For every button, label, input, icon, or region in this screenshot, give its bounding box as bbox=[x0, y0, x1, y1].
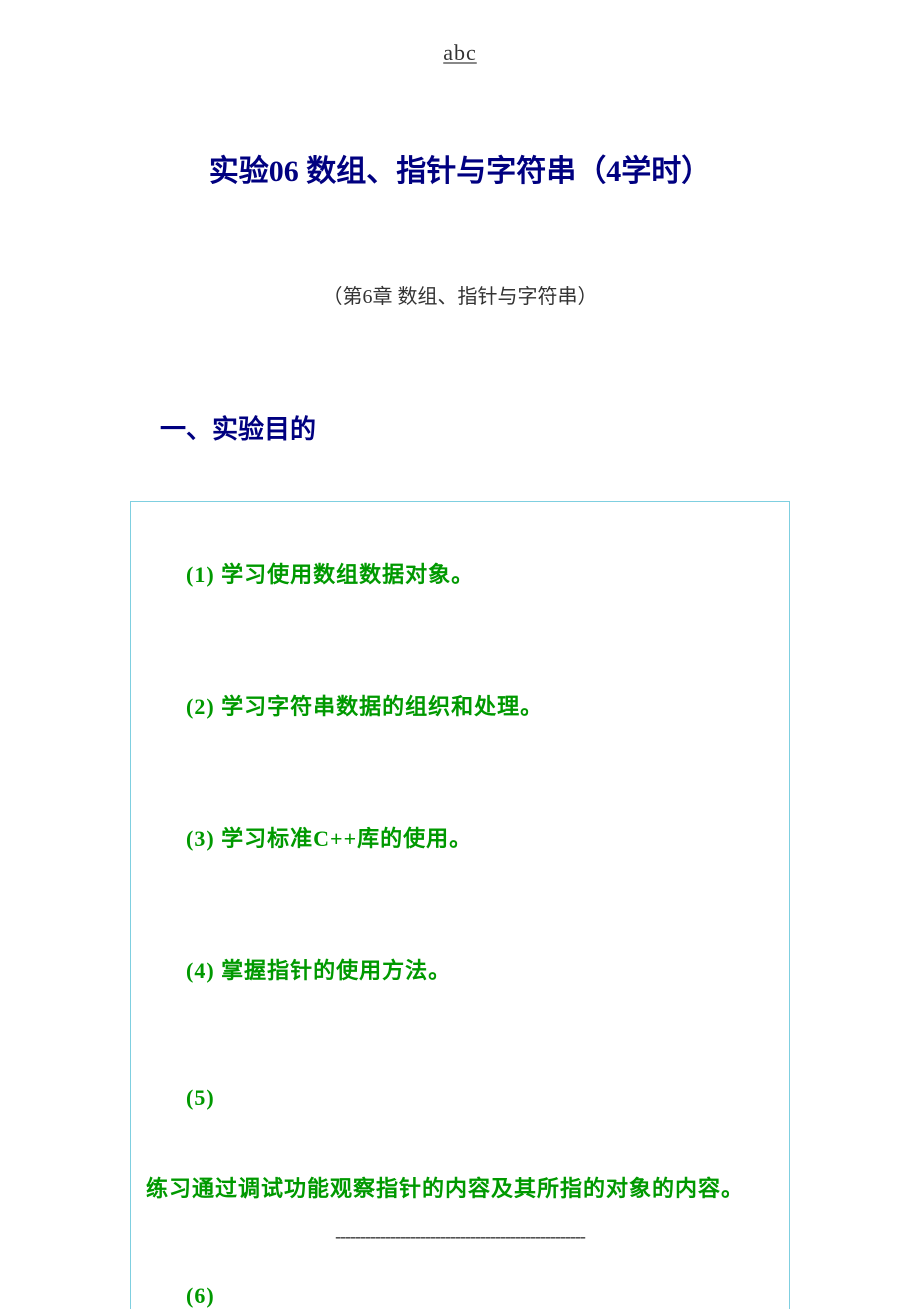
objective-item-1: (1) 学习使用数组数据对象。 bbox=[186, 557, 769, 589]
objective-item-6-marker: (6) bbox=[186, 1283, 769, 1309]
section-heading-purpose: 一、实验目的 bbox=[160, 409, 790, 446]
objective-item-2: (2) 学习字符串数据的组织和处理。 bbox=[186, 689, 769, 721]
footer-separator: ----------------------------------------… bbox=[0, 1226, 920, 1247]
objective-item-3: (3) 学习标准C++库的使用。 bbox=[186, 821, 769, 853]
document-subtitle: （第6章 数组、指针与字符串） bbox=[130, 280, 790, 309]
objective-item-4: (4) 掌握指针的使用方法。 bbox=[186, 953, 769, 985]
objective-item-5-text: 练习通过调试功能观察指针的内容及其所指的对象的内容。 bbox=[146, 1171, 769, 1203]
document-title: 实验06 数组、指针与字符串（4学时） bbox=[130, 146, 790, 190]
objectives-box: (1) 学习使用数组数据对象。 (2) 学习字符串数据的组织和处理。 (3) 学… bbox=[130, 501, 790, 1309]
objective-item-5-marker: (5) bbox=[186, 1085, 769, 1111]
header-label: abc bbox=[130, 40, 790, 66]
